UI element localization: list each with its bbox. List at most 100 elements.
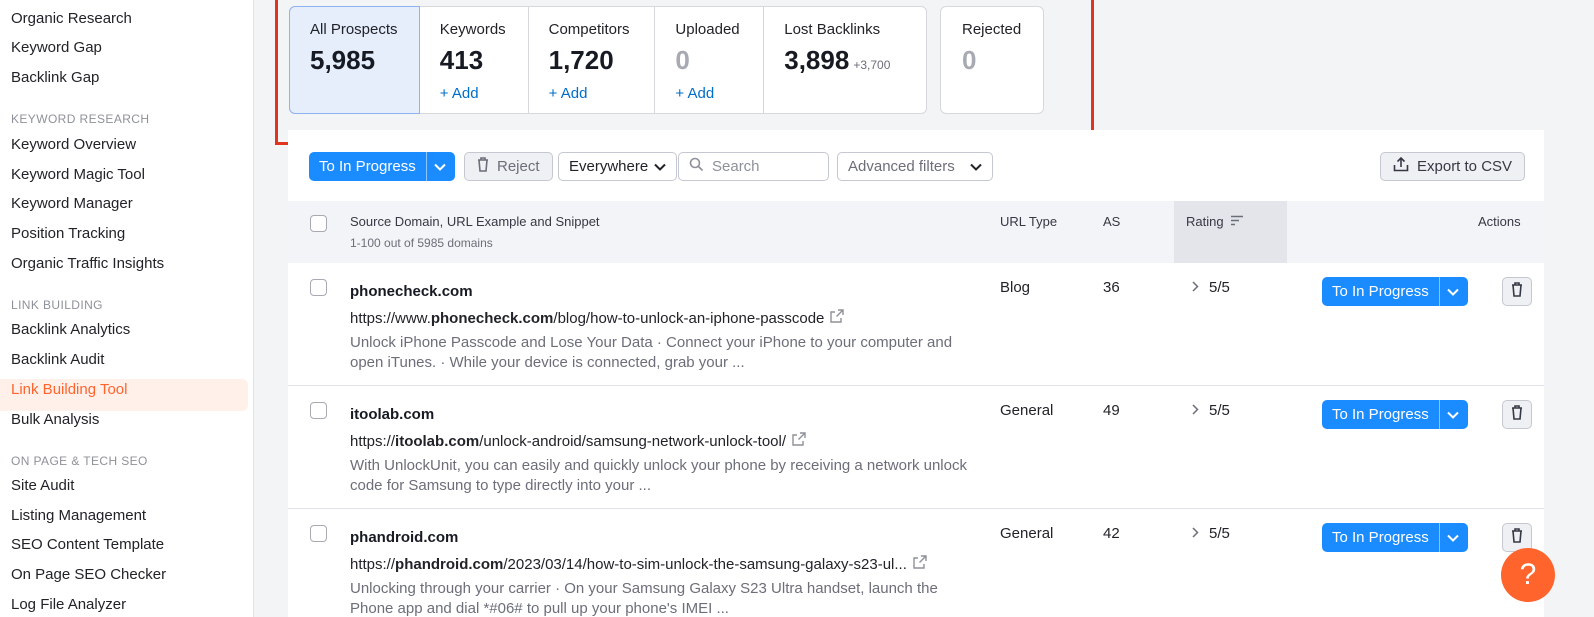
to-in-progress-label: To In Progress	[319, 158, 416, 175]
sidebar-item-site-audit[interactable]: Site Audit	[11, 476, 74, 496]
authority-score: 36	[1103, 279, 1120, 296]
row-to-in-progress-button[interactable]: To In Progress	[1322, 277, 1468, 306]
sidebar-section-keyword-research: KEYWORD RESEARCH	[11, 112, 150, 126]
source-domain[interactable]: phandroid.com	[350, 529, 458, 547]
results-count: 1-100 out of 5985 domains	[350, 236, 493, 250]
rating-toggle[interactable]: 5/5	[1192, 279, 1230, 296]
to-in-progress-label: To In Progress	[1332, 283, 1429, 300]
chevron-down-icon[interactable]	[1438, 400, 1467, 429]
export-label: Export to CSV	[1417, 158, 1513, 175]
sidebar-item-link-building-tool[interactable]: Link Building Tool	[11, 380, 127, 400]
snippet-text: Unlock iPhone Passcode and Lose Your Dat…	[350, 334, 953, 371]
to-in-progress-bulk-button[interactable]: To In Progress	[309, 152, 455, 181]
sidebar-item-on-page-seo-checker[interactable]: On Page SEO Checker	[11, 565, 166, 585]
annotation-highlight-box	[275, 0, 1094, 145]
search-input[interactable]	[712, 158, 822, 175]
everywhere-dropdown[interactable]: Everywhere	[558, 152, 677, 181]
snippet-text: With UnlockUnit, you can easily and quic…	[350, 457, 967, 494]
row-delete-button[interactable]	[1502, 277, 1532, 306]
reject-label: Reject	[497, 158, 540, 175]
chevron-down-icon[interactable]	[1438, 523, 1467, 552]
sidebar-item-keyword-manager[interactable]: Keyword Manager	[11, 194, 133, 214]
to-in-progress-label: To In Progress	[1332, 529, 1429, 546]
sidebar-item-log-file-analyzer[interactable]: Log File Analyzer	[11, 595, 126, 615]
table-row: phandroid.com https://phandroid.com/2023…	[288, 510, 1544, 617]
to-in-progress-label: To In Progress	[1332, 406, 1429, 423]
row-delete-button[interactable]	[1502, 400, 1532, 429]
rating-toggle[interactable]: 5/5	[1192, 402, 1230, 419]
export-icon	[1393, 156, 1409, 176]
chevron-down-icon[interactable]	[425, 152, 454, 181]
reject-button[interactable]: Reject	[464, 152, 553, 181]
source-domain[interactable]: phonecheck.com	[350, 283, 473, 301]
sidebar-item-keyword-gap[interactable]: Keyword Gap	[11, 38, 102, 58]
sort-icon	[1230, 214, 1244, 230]
url-example[interactable]: https://phandroid.com/2023/03/14/how-to-…	[350, 555, 927, 574]
sidebar-item-organic-traffic-insights[interactable]: Organic Traffic Insights	[11, 254, 164, 274]
chevron-down-icon[interactable]	[1438, 277, 1467, 306]
trash-icon	[477, 157, 489, 176]
sidebar-item-seo-content-template[interactable]: SEO Content Template	[11, 535, 164, 555]
sidebar-item-backlink-gap[interactable]: Backlink Gap	[11, 68, 99, 88]
sidebar-item-listing-management[interactable]: Listing Management	[11, 506, 146, 526]
url-text[interactable]: https://itoolab.com/unlock-android/samsu…	[350, 433, 786, 451]
url-example[interactable]: https://www.phonecheck.com/blog/how-to-u…	[350, 309, 845, 328]
source-domain[interactable]: itoolab.com	[350, 406, 434, 424]
trash-icon	[1511, 527, 1523, 548]
trash-icon	[1511, 404, 1523, 425]
url-text[interactable]: https://phandroid.com/2023/03/14/how-to-…	[350, 556, 907, 574]
row-to-in-progress-button[interactable]: To In Progress	[1322, 523, 1468, 552]
rating-toggle[interactable]: 5/5	[1192, 525, 1230, 542]
column-header-rating[interactable]: Rating	[1186, 214, 1244, 230]
help-button[interactable]: ?	[1501, 548, 1555, 602]
chevron-right-icon	[1192, 402, 1199, 419]
chevron-down-icon	[654, 158, 666, 175]
row-checkbox[interactable]	[310, 402, 327, 419]
sidebar-item-backlink-audit[interactable]: Backlink Audit	[11, 350, 104, 370]
sidebar-item-keyword-overview[interactable]: Keyword Overview	[11, 135, 136, 155]
table-row: itoolab.com https://itoolab.com/unlock-a…	[288, 387, 1544, 509]
sidebar-item-position-tracking[interactable]: Position Tracking	[11, 224, 125, 244]
url-type: General	[1000, 525, 1054, 542]
sidebar-item-backlink-analytics[interactable]: Backlink Analytics	[11, 320, 130, 340]
sidebar-item-organic-research[interactable]: Organic Research	[11, 9, 132, 29]
url-example[interactable]: https://itoolab.com/unlock-android/samsu…	[350, 432, 806, 451]
url-type: Blog	[1000, 279, 1031, 296]
rating-value: 5/5	[1209, 279, 1230, 296]
column-header-as[interactable]: AS	[1103, 214, 1120, 230]
trash-icon	[1511, 281, 1523, 302]
authority-score: 42	[1103, 525, 1120, 542]
url-text[interactable]: https://www.phonecheck.com/blog/how-to-u…	[350, 310, 824, 328]
sidebar: Organic Research Keyword Gap Backlink Ga…	[0, 0, 254, 617]
row-checkbox[interactable]	[310, 279, 327, 296]
row-to-in-progress-button[interactable]: To In Progress	[1322, 400, 1468, 429]
external-link-icon[interactable]	[792, 432, 806, 451]
rating-value: 5/5	[1209, 525, 1230, 542]
column-header-url-type[interactable]: URL Type	[1000, 214, 1057, 230]
snippet-text: Unlocking through your carrier · On your…	[350, 580, 938, 617]
export-csv-button[interactable]: Export to CSV	[1380, 152, 1526, 181]
search-icon	[689, 157, 704, 177]
rating-column-sorted-highlight	[1174, 201, 1287, 263]
sidebar-item-bulk-analysis[interactable]: Bulk Analysis	[11, 410, 99, 430]
sidebar-item-keyword-magic-tool[interactable]: Keyword Magic Tool	[11, 165, 145, 185]
chevron-down-icon	[970, 158, 982, 175]
external-link-icon[interactable]	[830, 309, 845, 328]
authority-score: 49	[1103, 402, 1120, 419]
sidebar-section-link-building: LINK BUILDING	[11, 298, 103, 312]
sidebar-section-on-page-tech-seo: ON PAGE & TECH SEO	[11, 454, 148, 468]
external-link-icon[interactable]	[913, 555, 927, 574]
select-all-checkbox[interactable]	[310, 215, 327, 232]
column-header-actions: Actions	[1478, 214, 1521, 229]
search-field[interactable]	[678, 152, 829, 181]
column-header-source[interactable]: Source Domain, URL Example and Snippet	[350, 214, 600, 230]
chevron-right-icon	[1192, 279, 1199, 296]
column-header-rating-label: Rating	[1186, 214, 1224, 229]
advanced-filters-label: Advanced filters	[848, 158, 955, 175]
everywhere-label: Everywhere	[569, 158, 649, 175]
table-header	[288, 201, 1544, 263]
rating-value: 5/5	[1209, 402, 1230, 419]
advanced-filters-dropdown[interactable]: Advanced filters	[837, 152, 993, 181]
table-row: phonecheck.com https://www.phonecheck.co…	[288, 264, 1544, 386]
row-checkbox[interactable]	[310, 525, 327, 542]
